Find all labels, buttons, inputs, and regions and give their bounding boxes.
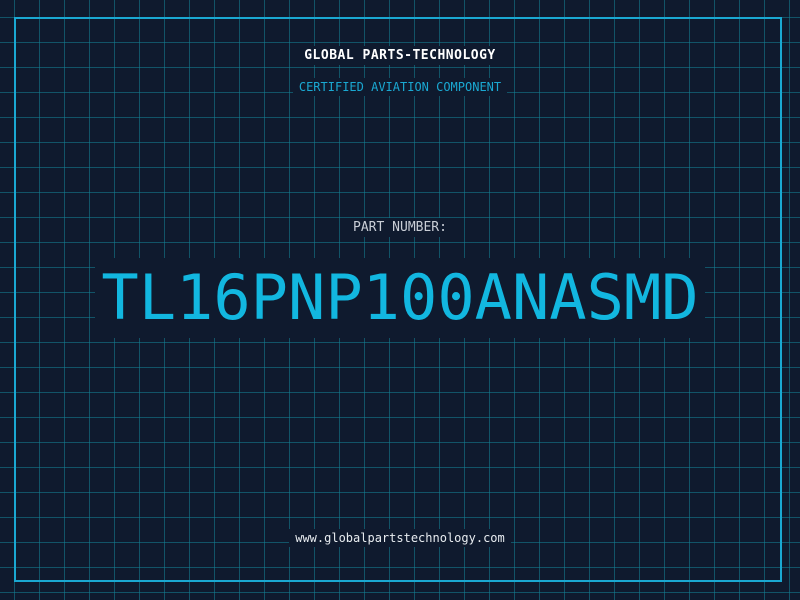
tagline: CERTIFIED AVIATION COMPONENT xyxy=(0,78,800,96)
company-name: GLOBAL PARTS-TECHNOLOGY xyxy=(0,46,800,65)
part-number: TL16PNP100ANASMD xyxy=(0,258,800,338)
website-url-text: www.globalpartstechnology.com xyxy=(289,529,511,547)
part-number-value: TL16PNP100ANASMD xyxy=(95,258,705,338)
part-number-label-text: PART NUMBER: xyxy=(347,218,453,237)
tagline-text: CERTIFIED AVIATION COMPONENT xyxy=(292,78,508,96)
part-number-label: PART NUMBER: xyxy=(0,218,800,237)
company-name-text: GLOBAL PARTS-TECHNOLOGY xyxy=(298,46,502,65)
website-url: www.globalpartstechnology.com xyxy=(0,529,800,547)
